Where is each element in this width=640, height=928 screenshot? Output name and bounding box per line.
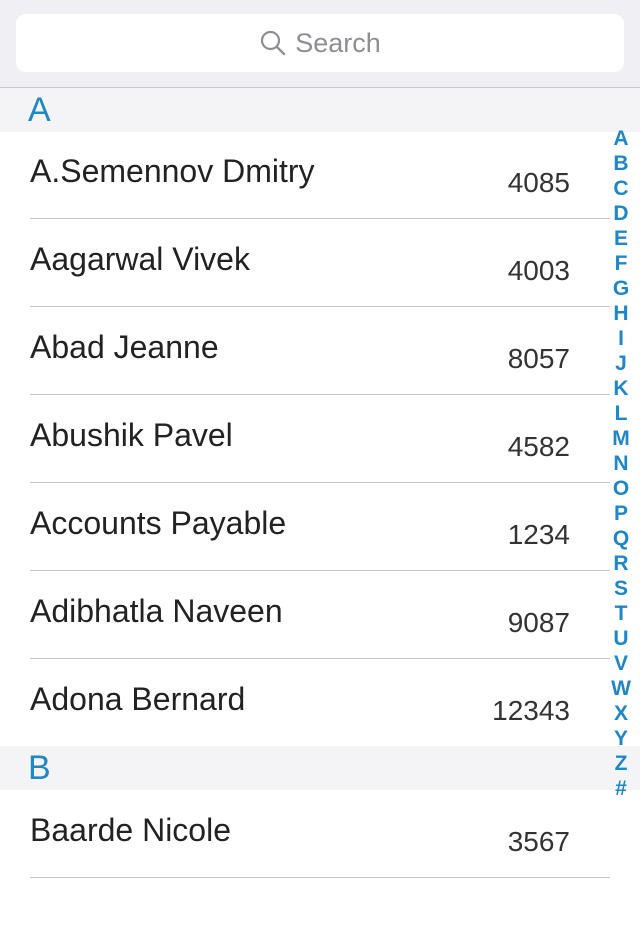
- index-letter[interactable]: F: [615, 251, 628, 276]
- contact-extension: 4085: [507, 167, 570, 198]
- index-letter[interactable]: A: [613, 126, 628, 151]
- contact-extension: 3567: [507, 826, 570, 857]
- index-letter[interactable]: T: [615, 601, 628, 626]
- index-letter[interactable]: O: [613, 476, 629, 501]
- index-letter[interactable]: N: [613, 451, 628, 476]
- row-divider: [30, 877, 610, 878]
- contact-name: Abad Jeanne: [30, 329, 219, 365]
- search-icon: [261, 30, 286, 56]
- index-letter[interactable]: #: [615, 776, 627, 801]
- search-input[interactable]: Search: [16, 14, 624, 72]
- index-letter[interactable]: H: [613, 301, 628, 326]
- contact-name: Adona Bernard: [30, 681, 246, 717]
- list-item[interactable]: Adona Bernard 12343: [0, 659, 610, 747]
- contacts-screen: Search A A.Semennov Dmitry 4085 Aagarwal…: [0, 0, 640, 928]
- search-placeholder: Search: [295, 27, 381, 58]
- index-letter[interactable]: C: [613, 176, 628, 201]
- index-letter[interactable]: M: [612, 426, 630, 451]
- contact-name: Accounts Payable: [30, 505, 287, 541]
- index-letter[interactable]: Y: [614, 726, 628, 751]
- search-bar: Search: [0, 0, 640, 88]
- index-letter[interactable]: S: [614, 576, 628, 601]
- section-letter: B: [28, 749, 51, 787]
- index-letter[interactable]: L: [615, 401, 628, 426]
- list-item[interactable]: Baarde Nicole 3567: [0, 790, 610, 878]
- list-item[interactable]: A.Semennov Dmitry 4085: [0, 131, 610, 219]
- contact-name: Baarde Nicole: [30, 812, 231, 848]
- index-letter[interactable]: I: [618, 326, 624, 351]
- contact-extension: 12343: [492, 695, 570, 726]
- contact-name: Abushik Pavel: [30, 417, 233, 453]
- index-letter[interactable]: V: [614, 651, 628, 676]
- section-header-a: A: [0, 88, 640, 132]
- section-letter: A: [28, 91, 51, 129]
- list-item[interactable]: Abad Jeanne 8057: [0, 307, 610, 395]
- index-letter[interactable]: U: [613, 626, 628, 651]
- index-letter[interactable]: W: [611, 676, 631, 701]
- contact-name: Adibhatla Naveen: [30, 593, 283, 629]
- list-item[interactable]: Accounts Payable 1234: [0, 483, 610, 571]
- contact-name: A.Semennov Dmitry: [30, 153, 315, 189]
- section-header-b: B: [0, 746, 640, 790]
- list-item[interactable]: Abushik Pavel 4582: [0, 395, 610, 483]
- index-letter[interactable]: E: [614, 226, 628, 251]
- index-letter[interactable]: J: [615, 351, 627, 376]
- index-letter[interactable]: Q: [613, 526, 629, 551]
- list-item[interactable]: Adibhatla Naveen 9087: [0, 571, 610, 659]
- index-letter[interactable]: K: [613, 376, 628, 401]
- contact-extension: 1234: [507, 519, 570, 550]
- contact-extension: 9087: [507, 607, 570, 638]
- contact-extension: 8057: [507, 343, 570, 374]
- index-letter[interactable]: P: [614, 501, 628, 526]
- index-letter[interactable]: X: [614, 701, 628, 726]
- contact-extension: 4582: [507, 431, 570, 462]
- contact-name: Aagarwal Vivek: [30, 241, 250, 277]
- index-letter[interactable]: R: [613, 551, 628, 576]
- list-item[interactable]: Aagarwal Vivek 4003: [0, 219, 610, 307]
- index-letter[interactable]: Z: [615, 751, 628, 776]
- index-letter[interactable]: D: [613, 201, 628, 226]
- section-index[interactable]: A B C D E F G H I J K L M N O P Q R S T …: [608, 126, 634, 801]
- contact-extension: 4003: [507, 255, 570, 286]
- index-letter[interactable]: G: [613, 276, 629, 301]
- index-letter[interactable]: B: [613, 151, 628, 176]
